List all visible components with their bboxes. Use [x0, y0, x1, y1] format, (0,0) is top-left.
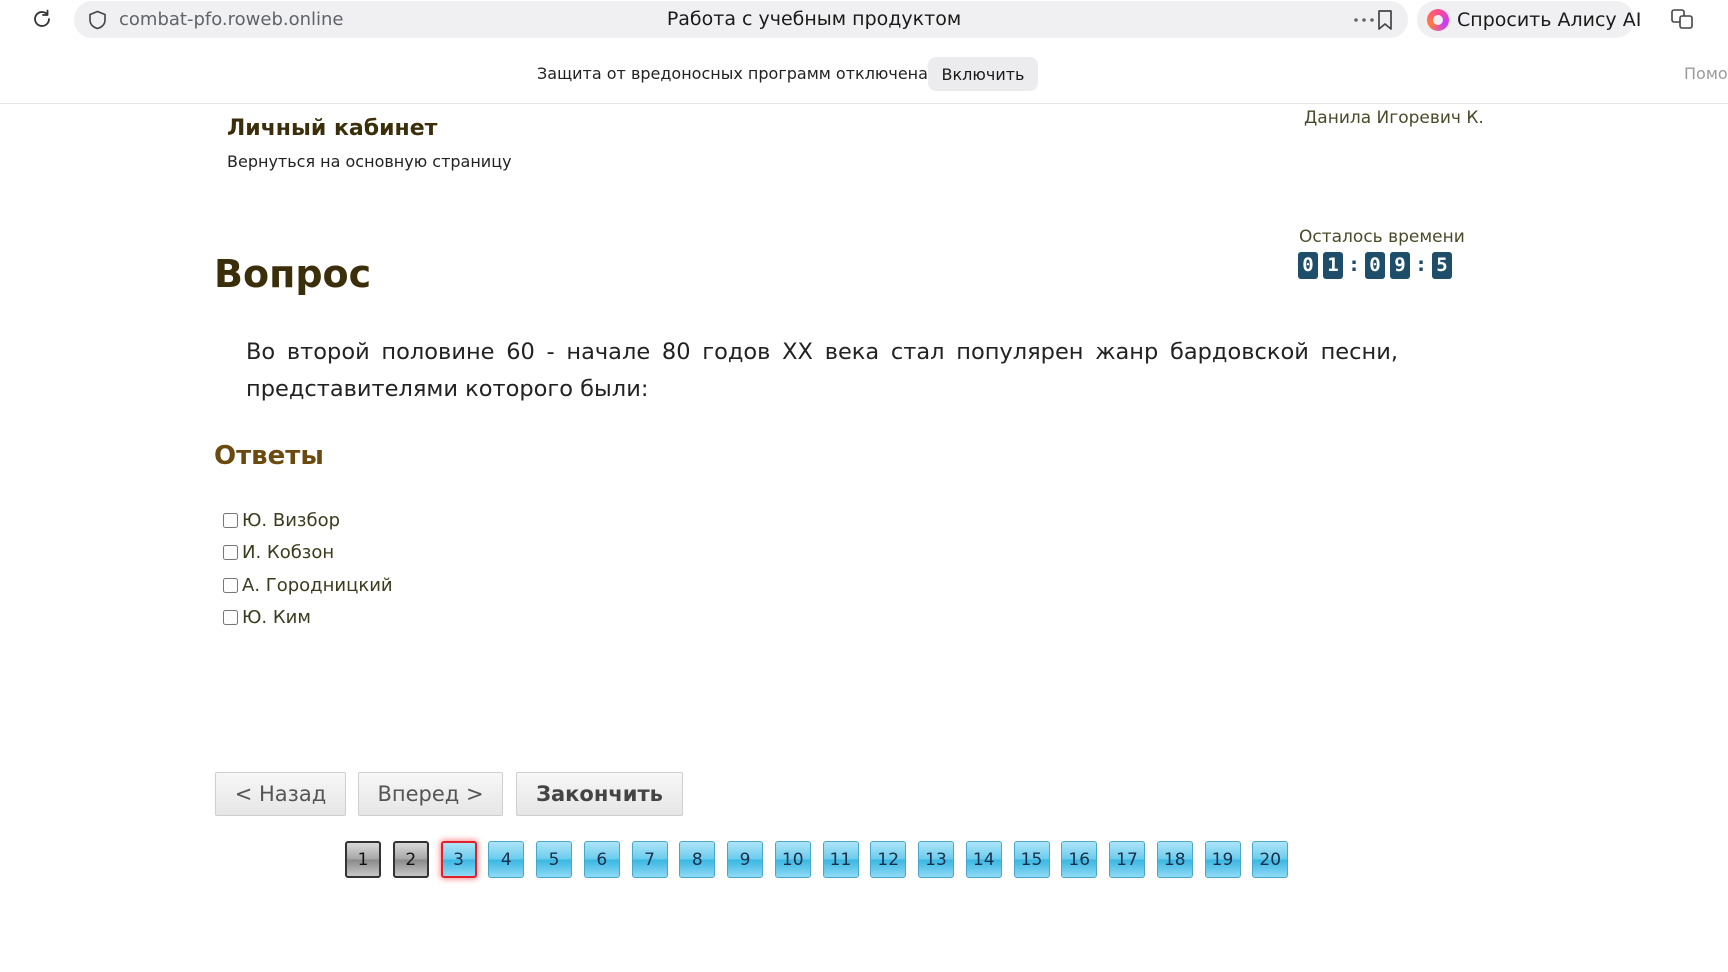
answer-checkbox[interactable]	[223, 544, 238, 560]
reload-icon[interactable]	[30, 7, 54, 31]
answers-heading: Ответы	[214, 441, 324, 471]
page-button-5[interactable]: 5	[536, 841, 572, 878]
protection-message: Защита от вредоносных программ отключена	[537, 64, 928, 83]
answer-label: И. Кобзон	[242, 541, 335, 563]
timer-digit: 0	[1298, 251, 1318, 279]
translate-icon[interactable]	[1670, 7, 1694, 31]
timer-separator: :	[1417, 254, 1425, 276]
timer-digit: 0	[1365, 251, 1385, 279]
answer-option[interactable]: А. Городницкий	[223, 573, 393, 597]
timer-digit: 9	[1390, 251, 1410, 279]
enable-protection-button[interactable]: Включить	[928, 57, 1038, 91]
question-heading: Вопрос	[214, 252, 372, 296]
page-button-15[interactable]: 15	[1013, 841, 1050, 878]
timer-label: Осталось времени	[1299, 227, 1465, 247]
page-button-4[interactable]: 4	[488, 841, 525, 878]
browser-toolbar: combat-pfo.roweb.online Работа с учебным…	[0, 0, 1728, 38]
timer-digit: 1	[1323, 251, 1343, 279]
page-button-9[interactable]: 9	[727, 841, 763, 878]
more-icon[interactable]	[1351, 7, 1377, 31]
help-link[interactable]: Помо	[1684, 64, 1728, 83]
user-name: Данила Игоревич К.	[1304, 108, 1484, 128]
answer-option[interactable]: И. Кобзон	[223, 540, 334, 564]
alice-icon	[1427, 9, 1449, 31]
page-button-10[interactable]: 10	[774, 841, 811, 878]
timer-separator: :	[1350, 254, 1358, 276]
question-text: Во второй половине 60 - начале 80 годов …	[246, 339, 1398, 402]
page-title: Работа с учебным продуктом	[666, 8, 962, 30]
answer-label: Ю. Ким	[242, 606, 311, 628]
page-button-16[interactable]: 16	[1061, 841, 1098, 878]
page-button-13[interactable]: 13	[918, 841, 954, 878]
answer-label: Ю. Визбор	[242, 509, 341, 531]
bookmark-icon[interactable]	[1376, 9, 1394, 31]
answer-label: А. Городницкий	[242, 574, 393, 596]
page-button-8[interactable]: 8	[679, 841, 716, 878]
countdown-timer: 0 1 : 0 9 : 5	[1298, 251, 1457, 279]
page-button-18[interactable]: 18	[1156, 841, 1193, 878]
answer-checkbox[interactable]	[223, 609, 238, 625]
answer-checkbox[interactable]	[223, 577, 238, 593]
back-button[interactable]: < Назад	[215, 772, 346, 816]
page-button-20[interactable]: 20	[1252, 841, 1289, 878]
shield-icon[interactable]	[88, 10, 107, 30]
url-text[interactable]: combat-pfo.roweb.online	[119, 9, 344, 30]
answer-option[interactable]: Ю. Визбор	[223, 508, 340, 532]
page-button-11[interactable]: 11	[822, 841, 859, 878]
page-button-17[interactable]: 17	[1109, 841, 1145, 878]
page-button-2[interactable]: 2	[392, 841, 429, 878]
page-button-3[interactable]: 3	[440, 841, 477, 878]
protection-infobar: Защита от вредоносных программ отключена…	[0, 40, 1728, 104]
page-button-19[interactable]: 19	[1204, 841, 1241, 878]
cabinet-title[interactable]: Личный кабинет	[227, 116, 437, 141]
page-button-1[interactable]: 1	[345, 841, 381, 878]
timer-digit: 5	[1432, 251, 1452, 279]
page-button-12[interactable]: 12	[870, 841, 907, 878]
page-button-7[interactable]: 7	[631, 841, 668, 878]
back-to-main-link[interactable]: Вернуться на основную страницу	[227, 152, 512, 171]
address-bar[interactable]: combat-pfo.roweb.online Работа с учебным…	[74, 1, 1408, 38]
alice-label: Спросить Алису AI	[1457, 9, 1642, 31]
answer-checkbox[interactable]	[223, 512, 238, 528]
answer-option[interactable]: Ю. Ким	[223, 605, 311, 629]
finish-button[interactable]: Закончить	[516, 772, 683, 816]
forward-button[interactable]: Вперед >	[358, 772, 503, 816]
page-button-14[interactable]: 14	[965, 841, 1002, 878]
alice-button[interactable]: Спросить Алису AI	[1417, 1, 1641, 38]
page-button-6[interactable]: 6	[583, 841, 620, 878]
